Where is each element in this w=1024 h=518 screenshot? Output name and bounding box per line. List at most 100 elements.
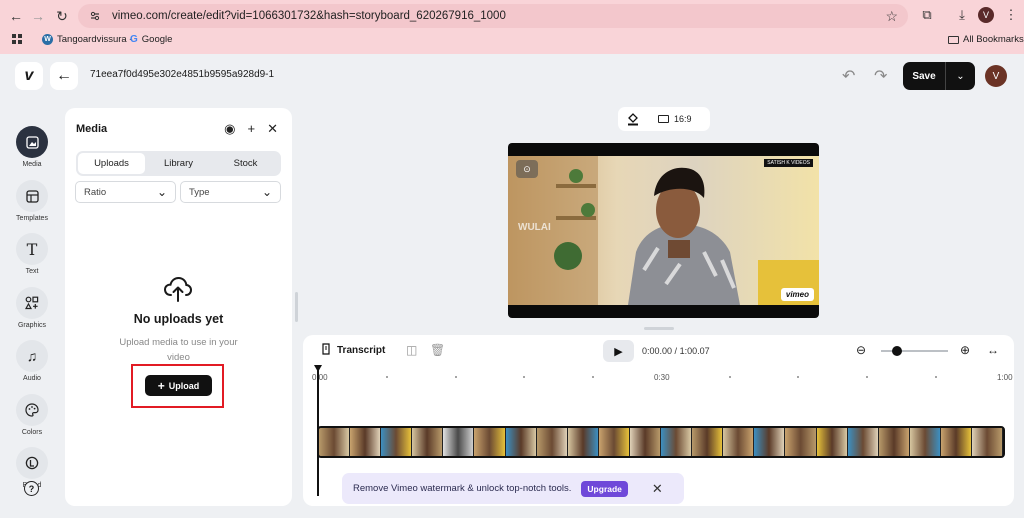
playhead[interactable] <box>317 366 319 496</box>
redo-icon[interactable]: ↷ <box>874 66 887 86</box>
rail-item-media[interactable]: Media <box>10 126 54 168</box>
record-icon[interactable]: ◉ <box>224 121 235 137</box>
aspect-ratio-icon <box>658 115 669 123</box>
canvas-resize-handle[interactable] <box>644 327 674 330</box>
zoom-out-icon[interactable]: ⊖ <box>856 343 866 357</box>
chevron-down-icon: ⌄ <box>156 185 167 199</box>
panel-resize-handle[interactable] <box>295 292 298 322</box>
media-panel: Media ◉ + ✕ Uploads Library Stock Ratio … <box>65 108 292 506</box>
vimeo-watermark: vimeo <box>780 288 814 301</box>
tab-stock[interactable]: Stock <box>212 153 279 174</box>
zoom-in-icon[interactable]: ⊕ <box>960 343 970 357</box>
ruler-label: 0:00 <box>312 373 328 382</box>
tab-library[interactable]: Library <box>145 153 212 174</box>
type-dropdown[interactable]: Type ⌄ <box>180 181 281 203</box>
user-avatar[interactable]: V <box>985 65 1007 87</box>
clip-frame <box>474 428 506 456</box>
all-bookmarks-label: All Bookmarks <box>963 34 1024 45</box>
panel-actions: ◉ + ✕ <box>224 121 278 137</box>
bookmark-item[interactable]: G Google <box>130 34 172 45</box>
clip-frame <box>909 428 941 456</box>
rail-item-audio[interactable]: ♫ Audio <box>10 340 54 382</box>
help-icon[interactable]: ? <box>24 481 39 496</box>
undo-icon[interactable]: ↶ <box>842 66 855 86</box>
timecode-separator: / <box>674 346 678 356</box>
ruler-tick <box>592 376 594 378</box>
bookmark-star-icon[interactable]: ☆ <box>885 8 898 25</box>
ruler-tick <box>455 376 457 378</box>
save-button-group: Save ⌄ <box>903 62 975 90</box>
reload-icon[interactable]: ↻ <box>52 6 72 26</box>
bookmark-item[interactable]: W Tangoardvissura - <box>42 34 133 45</box>
clip-frame <box>692 428 724 456</box>
bookmark-label: Google <box>141 34 173 45</box>
clip-frame <box>567 428 599 456</box>
close-icon[interactable]: ✕ <box>652 481 663 497</box>
vimeo-logo[interactable]: v <box>15 62 43 90</box>
tab-uploads[interactable]: Uploads <box>78 153 145 174</box>
brand-icon <box>16 447 48 479</box>
save-button[interactable]: Save <box>903 62 946 90</box>
playhead-handle[interactable] <box>314 365 322 372</box>
aspect-ratio-button[interactable]: 16:9 <box>658 114 692 124</box>
zoom-slider-handle[interactable] <box>892 346 902 356</box>
ruler-tick <box>729 376 731 378</box>
rail-item-templates[interactable]: Templates <box>10 180 54 222</box>
trash-icon[interactable]: 🗑 <box>430 343 445 357</box>
clip-frame <box>443 428 475 456</box>
clip-frame <box>940 428 972 456</box>
transcript-icon <box>320 343 332 358</box>
canvas-toolbar: 16:9 <box>618 107 710 131</box>
rail-label: Audio <box>23 375 41 382</box>
clip-frame <box>505 428 537 456</box>
forward-arrow-icon[interactable]: → <box>28 6 48 26</box>
google-icon: G <box>130 34 138 45</box>
close-icon[interactable]: ✕ <box>267 121 278 137</box>
apps-grid-icon[interactable] <box>12 34 22 44</box>
browser-menu-icon[interactable]: ⋮ <box>1002 6 1020 24</box>
ruler-label: 0:30 <box>654 373 670 382</box>
rail-item-graphics[interactable]: Graphics <box>10 287 54 329</box>
shapes-icon <box>16 287 48 319</box>
fill-bucket-icon[interactable] <box>626 112 640 126</box>
empty-state-title: No uploads yet <box>133 312 224 326</box>
aspect-ratio-label: 16:9 <box>674 114 692 124</box>
clip-frame <box>816 428 848 456</box>
site-settings-icon[interactable] <box>88 9 102 23</box>
upload-label: Upload <box>168 380 200 391</box>
template-icon <box>16 180 48 212</box>
back-arrow-icon[interactable]: ← <box>6 6 26 26</box>
upgrade-button[interactable]: Upgrade <box>581 480 628 497</box>
transcript-label: Transcript <box>337 345 386 356</box>
clip-frame <box>412 428 444 456</box>
transcript-button[interactable]: Transcript <box>320 343 385 358</box>
fit-width-icon[interactable]: ↔ <box>987 343 999 357</box>
clip-frame <box>381 428 413 456</box>
bookmark-label: Tangoardvissura - <box>57 34 133 45</box>
ratio-dropdown[interactable]: Ratio ⌄ <box>75 181 176 203</box>
extensions-icon[interactable]: ⧉ <box>918 6 936 24</box>
clip-frame <box>629 428 662 456</box>
panel-title: Media <box>76 123 108 135</box>
clip-frame <box>785 428 817 456</box>
upload-button[interactable]: + Upload <box>145 375 212 396</box>
rail-item-text[interactable]: T Text <box>10 233 54 275</box>
folder-icon <box>948 35 959 44</box>
all-bookmarks[interactable]: All Bookmarks <box>948 34 1024 45</box>
split-icon[interactable]: ◫ <box>406 343 417 357</box>
clip-frame <box>661 428 693 456</box>
rail-label: Colors <box>21 429 43 436</box>
plus-icon[interactable]: + <box>248 121 256 137</box>
browser-profile-avatar[interactable]: V <box>978 7 994 23</box>
download-icon[interactable]: ⤓ <box>953 6 971 24</box>
media-source-tabs: Uploads Library Stock <box>76 151 281 176</box>
back-button[interactable]: ← <box>50 62 78 90</box>
address-bar[interactable]: vimeo.com/create/edit?vid=1066301732&has… <box>78 4 908 28</box>
rail-item-colors[interactable]: Colors <box>10 394 54 436</box>
video-preview[interactable]: ⊙ SATISH K VIDEOS WULAI vimeo <box>508 143 819 318</box>
video-track-clip[interactable] <box>317 426 1005 458</box>
ruler-tick <box>386 376 388 378</box>
type-label: Type <box>189 186 210 198</box>
chevron-down-icon[interactable]: ⌄ <box>946 62 975 90</box>
play-button[interactable]: ▶ <box>603 340 634 362</box>
